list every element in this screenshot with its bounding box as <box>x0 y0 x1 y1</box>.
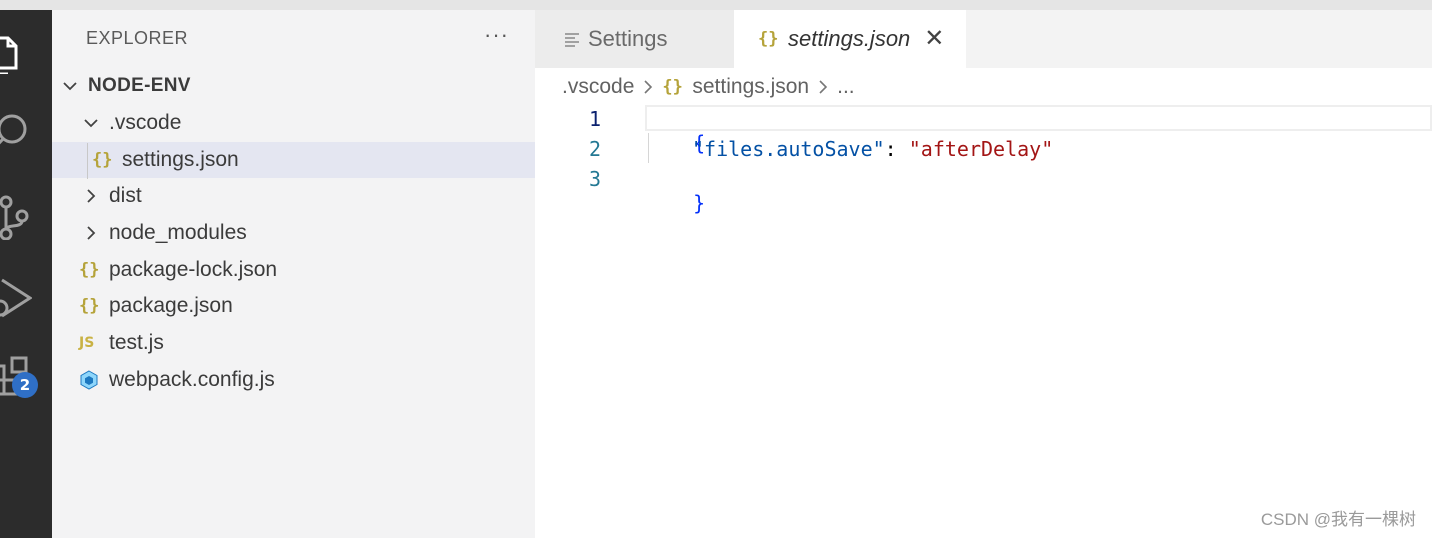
tree-item-package-json[interactable]: {} package.json <box>52 288 562 324</box>
line-number: 2 <box>588 137 601 161</box>
run-debug-icon <box>0 278 32 318</box>
tree-item-test-js[interactable]: JS test.js <box>52 325 562 361</box>
code-editor[interactable]: 1 2 3 { "files.autoSave": "afterDelay" } <box>535 103 1432 538</box>
tab-settings[interactable]: Settings <box>535 10 734 68</box>
breadcrumb-folder[interactable]: .vscode <box>562 75 634 99</box>
chevron-down-icon <box>63 82 77 91</box>
extensions-badge: 2 <box>12 372 38 398</box>
tree-item-node-env[interactable]: NODE-ENV <box>52 68 545 104</box>
json-file-icon: {} <box>92 150 113 170</box>
close-icon[interactable]: ✕ <box>924 27 944 51</box>
json-value: "afterDelay" <box>908 137 1054 161</box>
breadcrumb-file[interactable]: settings.json <box>692 75 809 99</box>
current-line-highlight <box>645 105 1432 131</box>
webpack-icon <box>80 370 98 390</box>
source-control-activity-button[interactable] <box>0 186 52 246</box>
js-file-icon: JS <box>79 335 95 351</box>
tree-item-label: test.js <box>109 331 164 354</box>
editor-tab-bar: Settings {} settings.json ✕ <box>535 10 1432 68</box>
window-top-strip <box>0 0 1432 10</box>
breadcrumb: .vscode {} settings.json ... <box>562 74 855 100</box>
line-number: 3 <box>588 167 601 191</box>
tree-item-label: .vscode <box>109 111 182 134</box>
json-file-icon: {} <box>758 29 779 49</box>
search-icon <box>0 114 27 145</box>
activity-bar: 2 <box>0 10 52 538</box>
json-colon: : <box>884 137 909 161</box>
tree-item-label: settings.json <box>122 148 239 171</box>
watermark: CSDN @我有一棵树 <box>1260 510 1416 529</box>
explorer-title: EXPLORER <box>86 28 189 48</box>
json-file-icon: {} <box>79 296 100 316</box>
json-key: "files.autoSave" <box>692 137 885 161</box>
tree-item-label: package.json <box>109 294 233 317</box>
tree-item-label: node_modules <box>109 221 247 244</box>
tree-item-settings-json[interactable]: {} settings.json <box>52 142 575 178</box>
tree-item-webpack-config-js[interactable]: webpack.config.js <box>52 362 562 398</box>
breadcrumb-symbols[interactable]: ... <box>837 75 855 99</box>
tab-label: Settings <box>588 26 668 51</box>
tree-item-label: package-lock.json <box>109 258 278 281</box>
explorer-activity-button[interactable] <box>0 20 52 80</box>
json-file-icon: {} <box>662 77 683 97</box>
code-line: } <box>645 167 705 239</box>
tree-item-node-modules[interactable]: node_modules <box>52 215 566 251</box>
explorer-sidebar: EXPLORER ··· NODE-ENV .vscode {} setting… <box>52 10 575 538</box>
tree-indent-guide <box>87 143 88 179</box>
tree-item-dist[interactable]: dist <box>52 178 566 214</box>
chevron-down-icon <box>84 119 98 128</box>
tree-item-vscode[interactable]: .vscode <box>52 105 566 141</box>
settings-list-icon <box>565 33 579 47</box>
tree-item-label: webpack.config.js <box>109 368 275 391</box>
close-brace: } <box>693 191 706 215</box>
source-control-icon <box>0 195 29 240</box>
files-icon <box>0 36 18 74</box>
chevron-right-icon <box>87 189 96 203</box>
chevron-right-icon <box>644 80 653 94</box>
tree-item-label: NODE-ENV <box>88 75 191 96</box>
run-debug-activity-button[interactable] <box>0 268 52 328</box>
more-actions-button[interactable]: ··· <box>484 22 509 48</box>
tree-item-package-lock-json[interactable]: {} package-lock.json <box>52 252 562 288</box>
chevron-right-icon <box>819 80 828 94</box>
line-number: 1 <box>588 107 601 131</box>
tab-label: settings.json <box>788 26 911 51</box>
json-file-icon: {} <box>79 260 100 280</box>
tree-item-label: dist <box>109 184 142 207</box>
search-activity-button[interactable] <box>0 103 52 163</box>
code-line: "files.autoSave": "afterDelay" <box>692 137 1053 161</box>
chevron-right-icon <box>87 226 96 240</box>
tab-settings-json[interactable]: {} settings.json ✕ <box>734 10 966 68</box>
